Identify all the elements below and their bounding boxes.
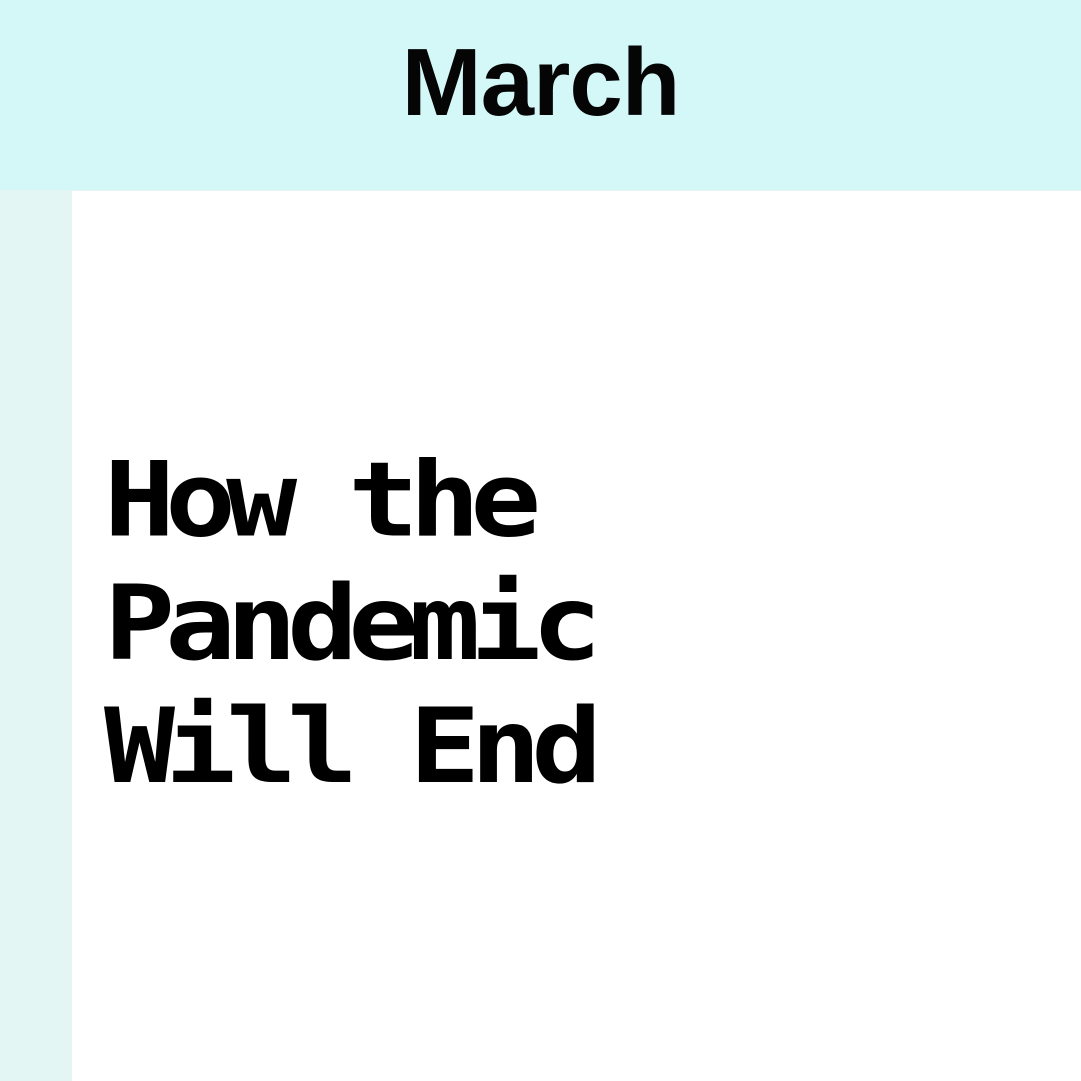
left-rail [0,191,72,1081]
article-headline[interactable]: How the Pandemic Will End [104,438,804,808]
headline-line: Pandemic [104,562,602,684]
headline-line: How the [104,438,541,561]
headline-line: Will End [104,685,602,807]
month-title: March [401,29,681,136]
month-header: March [0,0,1081,190]
